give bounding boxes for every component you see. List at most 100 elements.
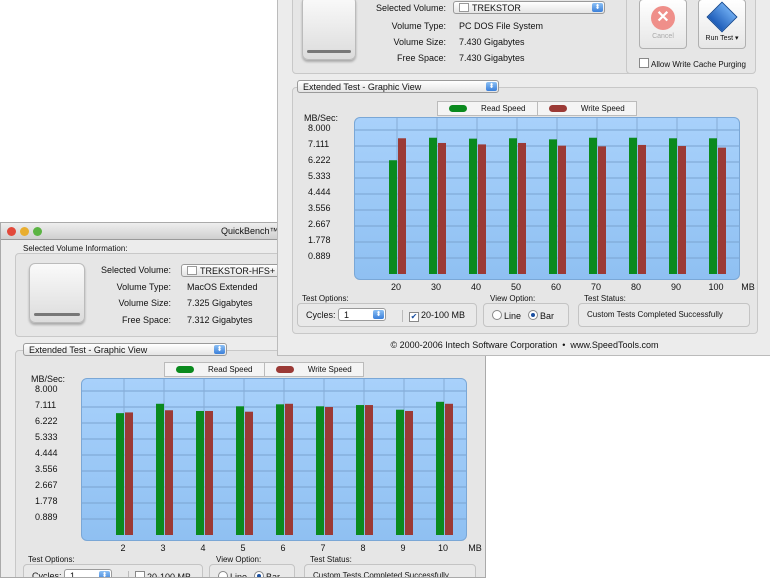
view-mode-select[interactable]: Extended Test - Graphic View ⬍ [297,80,499,93]
cycles-label: Cycles: [32,571,62,578]
cycles-select[interactable]: 1 ⬍ [338,308,386,321]
selected-volume-label: Selected Volume: [375,3,446,13]
copyright: © 2000-2006 Intech Software Corporation … [390,340,659,350]
range-label: 20-100 MB [421,310,466,320]
run-test-label: Run Test [705,35,734,42]
range-checkbox[interactable]: ✔ 20-100 MB [402,310,465,322]
cycles-value: 1 [70,571,76,578]
x-tick-label: 80 [630,282,641,292]
cancel-label: Cancel [652,33,674,40]
bar-read [356,405,364,535]
chart-plot [82,379,466,535]
legend-swatch [449,105,467,112]
volume-size-label: Volume Size: [118,298,171,308]
x-tick-label: 10 [437,543,448,553]
bar-read [389,160,397,274]
volume-icon [459,3,469,12]
run-test-button[interactable]: Run Test ▾ [698,0,746,49]
volume-select[interactable]: TREKSTOR ⬍ [453,1,605,14]
test-options-box: Cycles: 1 ⬍ ✔ 20-100 MB [297,303,477,327]
free-space-value: 7.430 Gigabytes [459,53,525,63]
zoom-button[interactable] [33,227,42,236]
bar-write [245,411,253,535]
legend-item: Write Speed [263,363,364,376]
close-button[interactable] [7,227,16,236]
view-option-label: View Option: [490,294,536,303]
disk-icon [302,0,356,60]
view-option-label: View Option: [216,555,262,564]
line-radio[interactable]: Line [218,571,247,577]
free-space-value: 7.312 Gigabytes [187,315,253,325]
volume-type-value: PC DOS File System [459,21,544,31]
bar-read [709,138,717,274]
y-tick-label: 6.222 [35,416,58,426]
volume-size-value: 7.325 Gigabytes [187,298,253,308]
view-mode-select[interactable]: Extended Test - Graphic View ⬍ [23,343,227,356]
bar-read [469,138,477,274]
bar-read [156,403,164,535]
volume-size-label: Volume Size: [393,37,446,47]
x-tick-label: 30 [430,282,441,292]
y-tick-label: 5.333 [35,432,58,442]
x-tick-label: 90 [670,282,681,292]
bar-read [549,139,557,274]
volume-select-value: TREKSTOR [472,3,521,13]
disk-icon [29,263,85,323]
y-tick-label: 1.778 [308,235,331,245]
y-tick-label: 4.444 [35,448,58,458]
window-title: QuickBench™ [221,226,279,236]
cancel-button[interactable]: ✕ Cancel [639,0,687,49]
x-tick-label: 70 [590,282,601,292]
bar-read [196,410,204,535]
volume-icon [187,266,197,275]
bar-write [325,407,333,535]
y-tick-label: 3.556 [308,203,331,213]
y-tick-label: 0.889 [308,251,331,262]
x-tick-label: 8 [360,543,366,553]
y-tick-label: 5.333 [308,171,331,181]
cycles-value: 1 [344,310,350,320]
range-label: 20-100 MB [147,572,192,578]
popup-arrows-icon: ⬍ [373,310,384,319]
y-tick-label: 7.111 [35,400,57,410]
x-unit-label: MB [468,543,482,553]
test-options-label: Test Options: [302,294,349,303]
bar-write [405,410,413,535]
bar-write [598,146,606,274]
line-radio[interactable]: Line [492,310,521,321]
test-status-label: Test Status: [310,555,352,564]
y-tick-label: 4.444 [308,187,331,197]
line-label: Line [504,311,522,321]
popup-arrows-icon: ⬍ [214,345,225,354]
view-mode-value: Extended Test - Graphic View [29,345,148,355]
cycles-select[interactable]: 1 ⬍ [64,569,112,578]
view-option-box: Line Bar [483,303,569,327]
checkbox-icon: ✔ [409,312,419,322]
bar-write [165,410,173,535]
free-space-label: Free Space: [396,53,446,63]
chart-area [81,378,467,541]
legend-item: Write Speed [536,102,637,115]
bar-radio[interactable]: Bar [254,571,280,577]
legend-swatch [275,366,294,373]
chart-area [354,117,740,280]
test-status-value: Custom Tests Completed Successfully [313,571,449,578]
volume-info-label: Selected Volume Information: [23,244,128,253]
write-cache-checkbox[interactable]: Allow Write Cache Purging [639,58,746,69]
bar-radio[interactable]: Bar [528,310,554,321]
legend-swatch [548,105,567,112]
range-checkbox[interactable]: 20-100 MB [128,571,192,578]
y-tick-label: 0.889 [35,512,58,523]
legend-item: Read Speed [438,102,537,115]
radio-icon [492,310,502,320]
bar-write [438,142,446,274]
popup-arrows-icon: ⬍ [99,571,110,577]
bar-write [445,403,453,535]
x-tick-label: 7 [320,543,326,553]
y-axis-label: MB/Sec: [31,374,66,384]
bar-read [429,137,437,274]
minimize-button[interactable] [20,227,29,236]
stopwatch-icon [706,1,738,33]
cancel-icon: ✕ [651,6,675,30]
popup-arrows-icon: ⬍ [592,3,603,12]
